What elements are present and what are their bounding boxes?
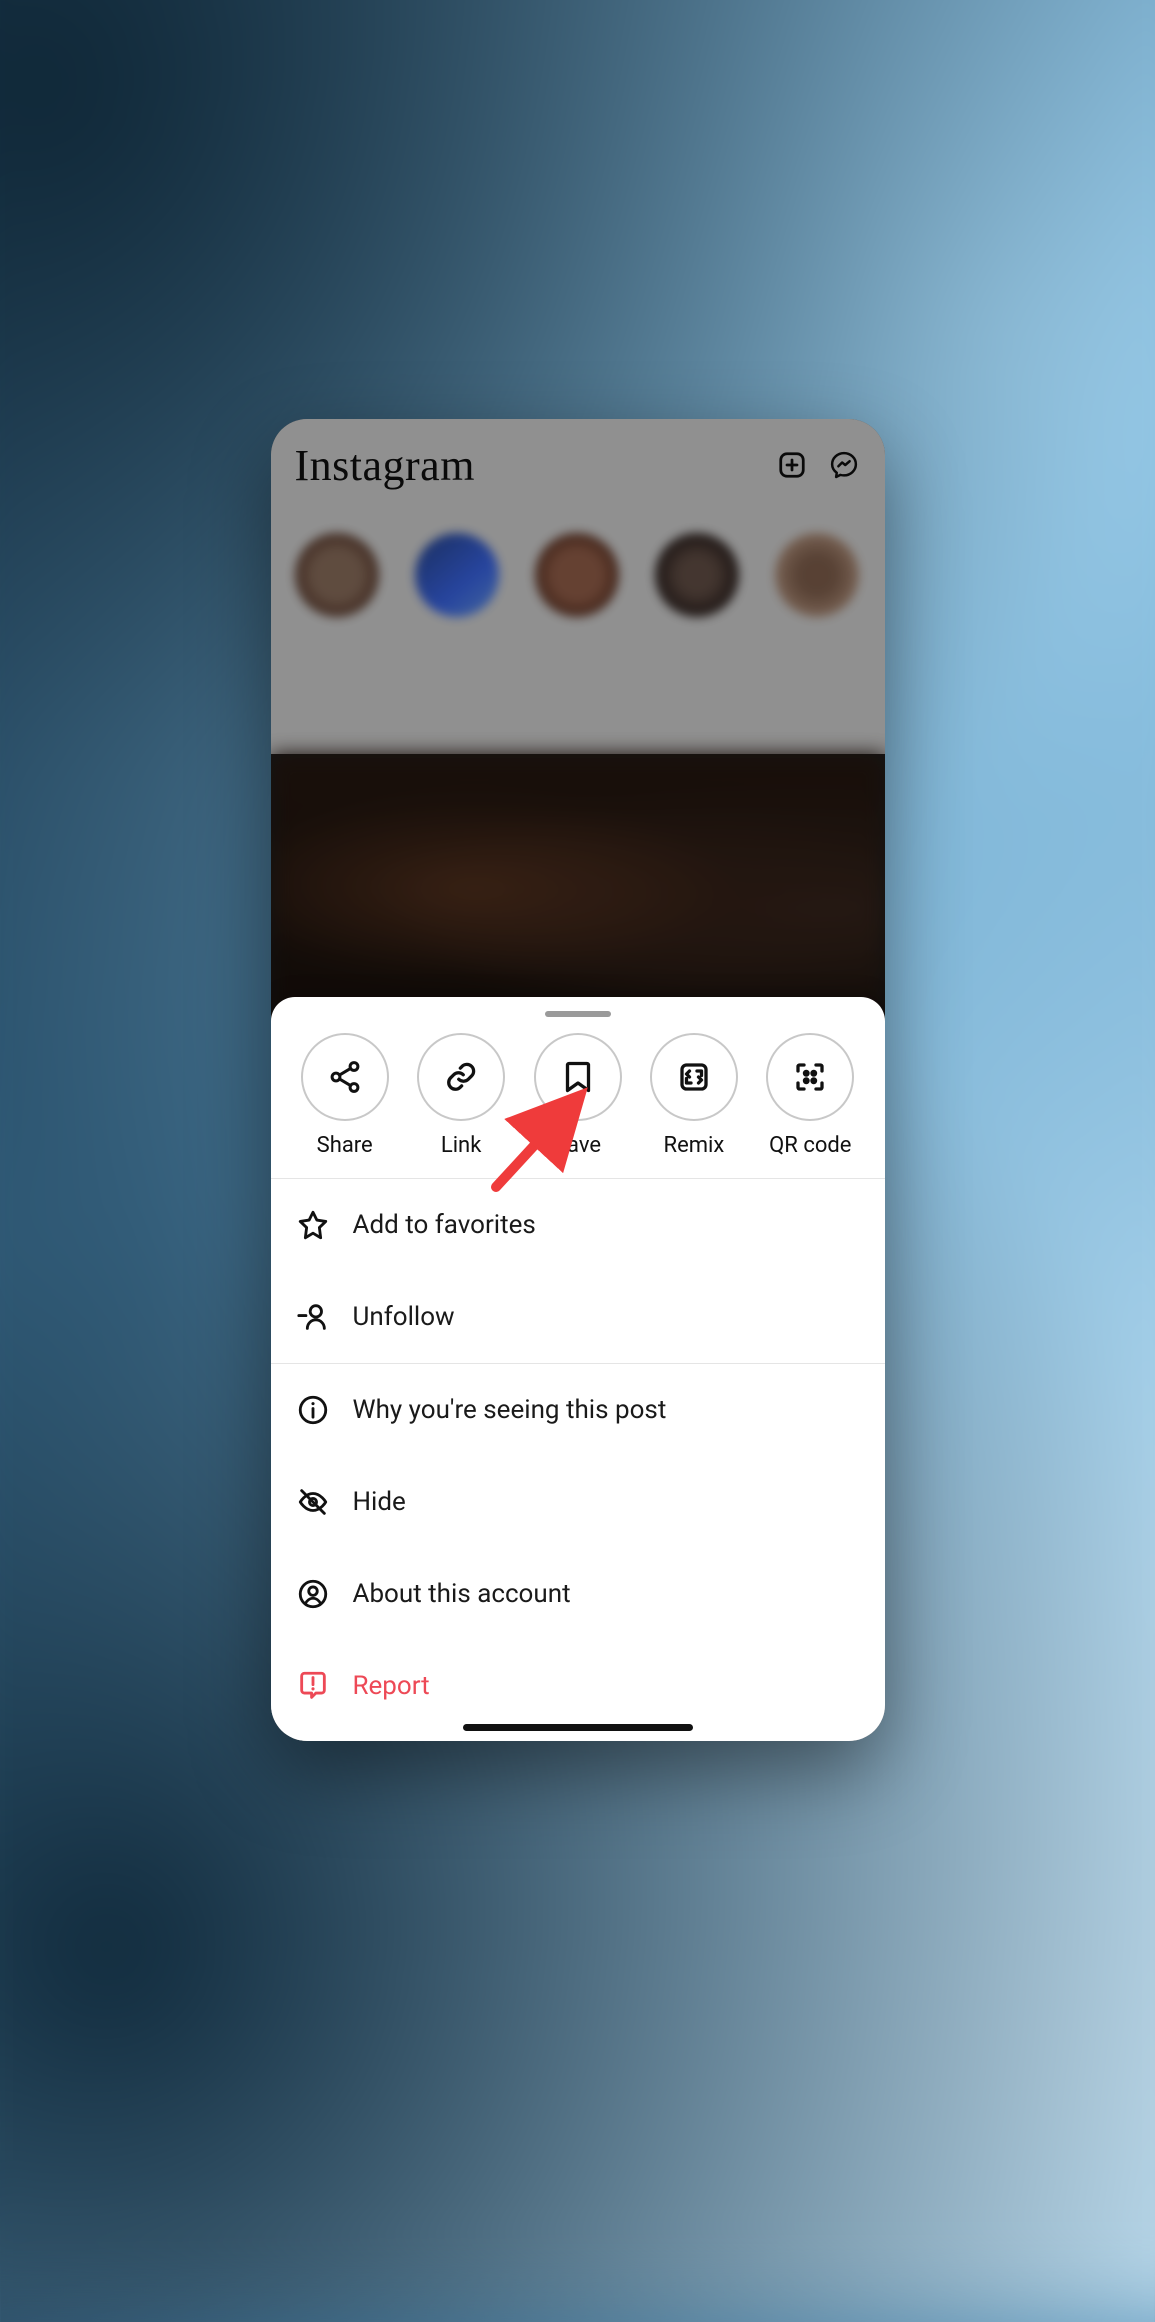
menu-why-seeing-this-post[interactable]: Why you're seeing this post: [271, 1364, 885, 1456]
action-share[interactable]: Share: [291, 1033, 399, 1158]
info-icon: [295, 1392, 331, 1428]
share-icon: [301, 1033, 389, 1121]
menu-label: Why you're seeing this post: [353, 1395, 667, 1425]
action-qr-code[interactable]: QR code: [756, 1033, 864, 1158]
bottom-sheet: Share Link Save Remix: [271, 997, 885, 1741]
action-label: Share: [317, 1133, 373, 1158]
home-indicator[interactable]: [463, 1724, 693, 1731]
menu-report[interactable]: Report: [271, 1640, 885, 1732]
menu-label: Add to favorites: [353, 1210, 536, 1240]
qr-code-icon: [766, 1033, 854, 1121]
menu-label: About this account: [353, 1579, 571, 1609]
menu-label: Unfollow: [353, 1302, 455, 1332]
action-row: Share Link Save Remix: [271, 1025, 885, 1178]
menu-list: Add to favorites Unfollow Why you're see…: [271, 1179, 885, 1732]
account-icon: [295, 1576, 331, 1612]
star-icon: [295, 1207, 331, 1243]
action-label: Link: [441, 1133, 482, 1158]
action-save[interactable]: Save: [523, 1033, 631, 1158]
action-label: Save: [554, 1133, 601, 1158]
hide-icon: [295, 1484, 331, 1520]
unfollow-icon: [295, 1299, 331, 1335]
menu-unfollow[interactable]: Unfollow: [271, 1271, 885, 1363]
save-icon: [534, 1033, 622, 1121]
action-link[interactable]: Link: [407, 1033, 515, 1158]
link-icon: [417, 1033, 505, 1121]
action-label: Remix: [664, 1133, 725, 1158]
phone-frame: Instagram Shar: [271, 419, 885, 1741]
sheet-grabber[interactable]: [545, 1011, 611, 1017]
menu-label: Report: [353, 1671, 430, 1701]
report-icon: [295, 1668, 331, 1704]
menu-add-to-favorites[interactable]: Add to favorites: [271, 1179, 885, 1271]
action-label: QR code: [769, 1133, 851, 1158]
menu-hide[interactable]: Hide: [271, 1456, 885, 1548]
action-remix[interactable]: Remix: [640, 1033, 748, 1158]
menu-label: Hide: [353, 1487, 406, 1517]
menu-about-this-account[interactable]: About this account: [271, 1548, 885, 1640]
remix-icon: [650, 1033, 738, 1121]
